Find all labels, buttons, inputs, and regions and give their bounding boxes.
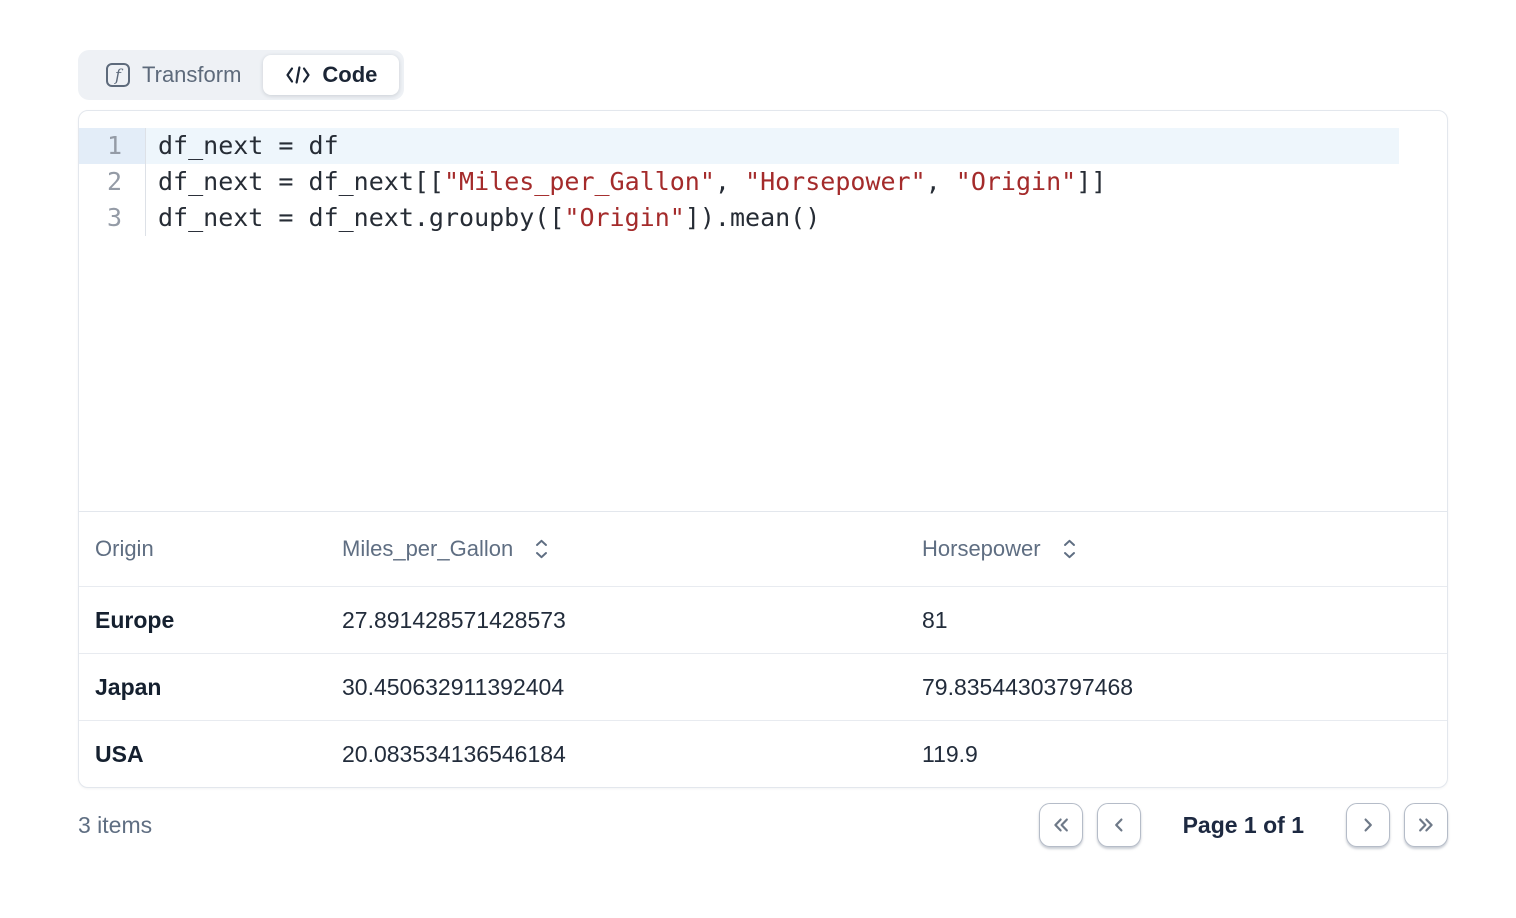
items-count: 3 items (78, 812, 152, 839)
table-footer: 3 items Page 1 of 1 (78, 803, 1448, 847)
chevron-left-icon (1109, 815, 1129, 835)
row-header-cell: Europe (79, 607, 326, 634)
code-line[interactable]: 3df_next = df_next.groupby(["Origin"]).m… (79, 200, 1447, 236)
pagination-controls: Page 1 of 1 (1039, 803, 1448, 847)
column-header-origin: Origin (79, 536, 326, 562)
table-header-row: Origin Miles_per_Gallon Horsepower (79, 512, 1447, 586)
code-line[interactable]: 1df_next = df (79, 128, 1447, 164)
column-header-miles_per_gallon[interactable]: Miles_per_Gallon (326, 536, 906, 562)
page-indicator: Page 1 of 1 (1183, 812, 1304, 839)
code-line[interactable]: 2df_next = df_next[["Miles_per_Gallon", … (79, 164, 1447, 200)
code-editor[interactable]: 1df_next = df2df_next = df_next[["Miles_… (79, 111, 1447, 512)
data-cell: 119.9 (906, 741, 1447, 768)
last-page-button[interactable] (1404, 803, 1448, 847)
view-toggle: f Transform Code (78, 50, 404, 100)
line-number: 1 (79, 128, 146, 164)
data-cell: 81 (906, 607, 1447, 634)
sort-icon[interactable] (533, 538, 550, 560)
line-number: 3 (79, 200, 146, 236)
data-cell: 27.891428571428573 (326, 607, 906, 634)
row-header-cell: Japan (79, 674, 326, 701)
table-row[interactable]: Europe27.89142857142857381 (79, 586, 1447, 653)
code-icon (285, 65, 311, 85)
double-chevron-right-icon (1416, 815, 1436, 835)
chevron-right-icon (1358, 815, 1378, 835)
double-chevron-left-icon (1051, 815, 1071, 835)
function-icon: f (105, 62, 131, 88)
tab-transform-label: Transform (142, 62, 241, 88)
next-page-button[interactable] (1346, 803, 1390, 847)
row-header-cell: USA (79, 741, 326, 768)
panel: 1df_next = df2df_next = df_next[["Miles_… (78, 110, 1448, 788)
code-line-text: df_next = df_next.groupby(["Origin"]).me… (146, 200, 1447, 236)
tab-code-label: Code (322, 62, 377, 88)
column-header-label: Origin (95, 536, 154, 562)
sort-icon[interactable] (1061, 538, 1078, 560)
data-cell: 20.083534136546184 (326, 741, 906, 768)
first-page-button[interactable] (1039, 803, 1083, 847)
data-cell: 79.83544303797468 (906, 674, 1447, 701)
table-body: Europe27.89142857142857381Japan30.450632… (79, 586, 1447, 787)
data-cell: 30.450632911392404 (326, 674, 906, 701)
transform-code-panel: f Transform Code 1df_next = df2df_next =… (0, 0, 1516, 918)
column-header-label: Horsepower (922, 536, 1041, 562)
tab-transform[interactable]: f Transform (83, 55, 263, 95)
column-header-label: Miles_per_Gallon (342, 536, 513, 562)
prev-page-button[interactable] (1097, 803, 1141, 847)
line-number: 2 (79, 164, 146, 200)
table-row[interactable]: USA20.083534136546184119.9 (79, 720, 1447, 787)
tab-code[interactable]: Code (263, 55, 399, 95)
code-line-text: df_next = df_next[["Miles_per_Gallon", "… (146, 164, 1447, 200)
table-row[interactable]: Japan30.45063291139240479.83544303797468 (79, 653, 1447, 720)
column-header-horsepower[interactable]: Horsepower (906, 536, 1447, 562)
code-line-text: df_next = df (146, 128, 1447, 164)
code-lines: 1df_next = df2df_next = df_next[["Miles_… (79, 128, 1447, 236)
svg-text:f: f (114, 66, 124, 85)
